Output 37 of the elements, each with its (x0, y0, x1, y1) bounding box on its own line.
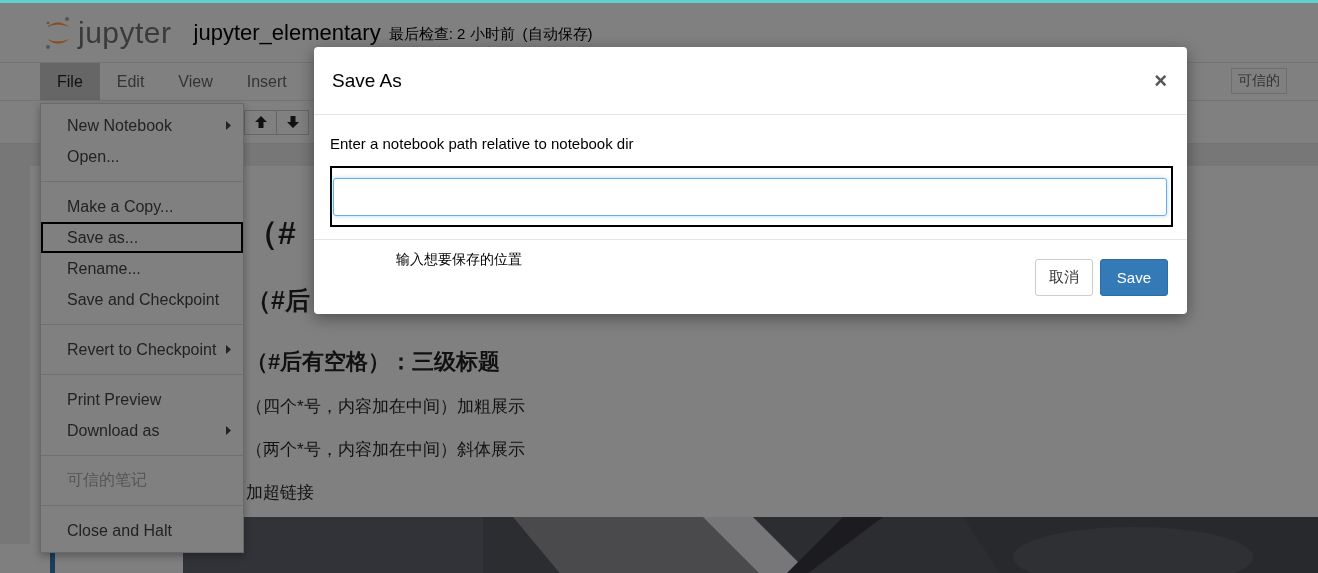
heading: （#后 (246, 285, 311, 316)
cancel-button[interactable]: 取消 (1034, 259, 1093, 296)
annotation-text: 输入想要保存的位置 (396, 251, 522, 269)
dialog-title: Save As (332, 69, 402, 92)
menu-item[interactable]: Print Preview (41, 384, 243, 415)
menu-item[interactable]: Save as... (41, 222, 243, 253)
menu-item[interactable]: Revert to Checkpoint (41, 334, 243, 365)
move-up-button[interactable] (244, 109, 277, 135)
path-input-field[interactable] (333, 178, 1167, 216)
paragraph: （两个*号，内容加在中间）斜体展示 (246, 439, 526, 461)
notebook-title[interactable]: jupyter_elementary (193, 19, 381, 46)
up-arrow-icon (253, 115, 268, 129)
field-label: Enter a notebook path relative to notebook dir (330, 135, 635, 152)
menu-item[interactable]: File (40, 63, 100, 100)
menu-item[interactable]: Make a Copy... (41, 191, 243, 222)
heading: （# (246, 214, 297, 253)
menu-item[interactable]: New Notebook (41, 110, 243, 141)
trusted-badge[interactable]: 可信的 (1231, 68, 1287, 94)
paragraph: （四个*号，内容加在中间）加粗展示 (246, 396, 526, 418)
autosave-status: (自动保存) (522, 25, 593, 44)
menu-item[interactable]: Insert (229, 63, 304, 100)
save-button[interactable]: Save (1099, 259, 1168, 296)
checkpoint-status: 最后检查: 2 小时前 (388, 25, 515, 44)
menu-item[interactable]: Open... (41, 141, 243, 172)
logo-text: jupyter (78, 15, 172, 50)
menu-item[interactable]: Close and Halt (41, 515, 243, 546)
menu-item[interactable]: Edit (99, 63, 162, 100)
menu-item[interactable]: View (161, 63, 230, 100)
menu-item[interactable]: Save and Checkpoint (41, 284, 243, 315)
menu-item[interactable]: Download as (41, 415, 243, 446)
move-down-button[interactable] (276, 109, 309, 135)
close-button[interactable]: × (1154, 67, 1167, 94)
paragraph: 加超链接 (246, 482, 315, 504)
heading: （#后有空格）：三级标题 (246, 348, 502, 376)
down-arrow-icon (285, 115, 300, 129)
jupyter-logo-icon (44, 14, 72, 51)
menu-item[interactable]: Rename... (41, 253, 243, 284)
